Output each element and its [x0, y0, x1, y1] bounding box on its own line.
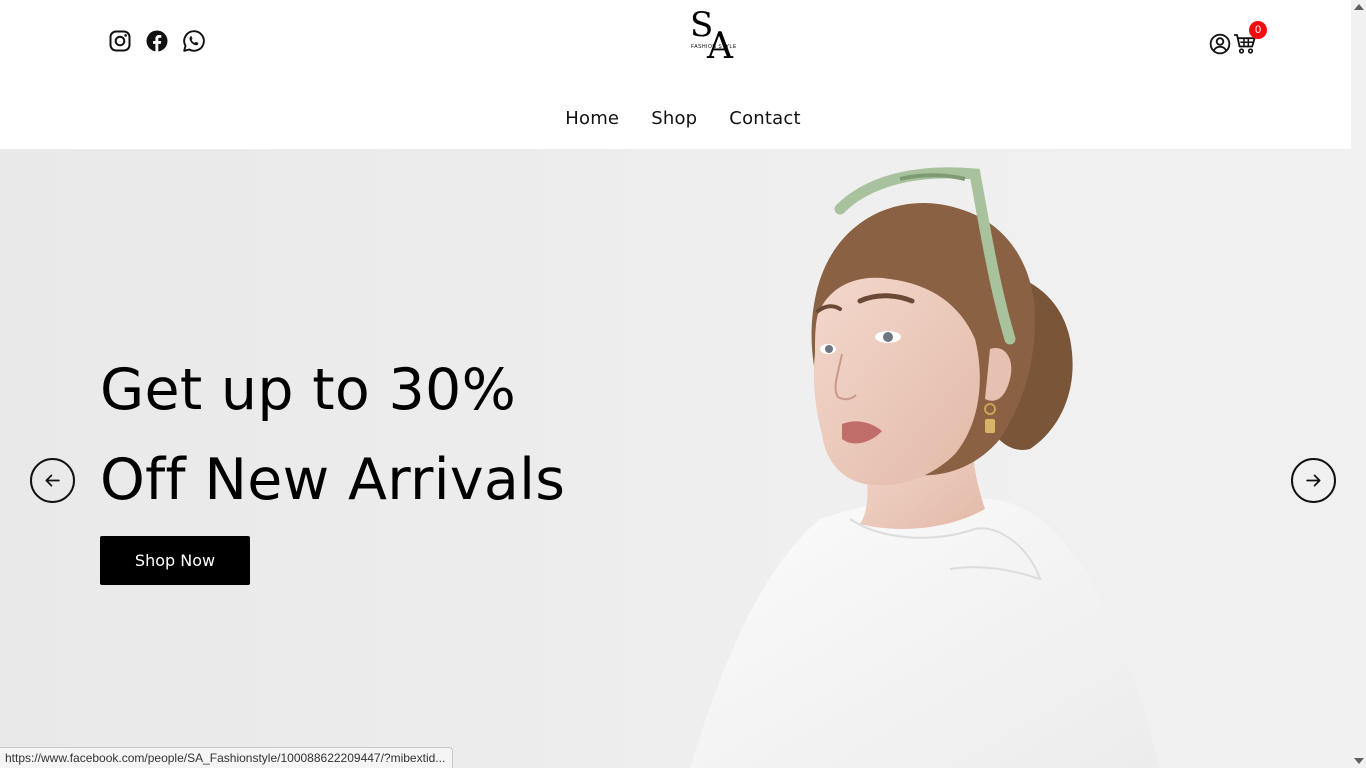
nav-item-shop[interactable]: Shop	[651, 108, 697, 129]
instagram-link[interactable]	[108, 29, 132, 53]
hero-headline: Get up to 30% Off New Arrivals	[100, 345, 565, 525]
whatsapp-link[interactable]	[182, 29, 206, 53]
account-icon[interactable]	[1209, 33, 1231, 55]
facebook-link[interactable]	[145, 29, 169, 53]
social-links	[108, 29, 206, 53]
slider-next-button[interactable]	[1291, 458, 1336, 503]
arrow-right-icon	[1306, 474, 1321, 487]
scroll-up-arrow-icon[interactable]	[1354, 4, 1364, 10]
logo-letter-a: A	[707, 26, 733, 67]
slider-prev-button[interactable]	[30, 458, 75, 503]
whatsapp-icon	[183, 30, 205, 52]
facebook-icon	[146, 30, 168, 52]
scroll-down-arrow-icon[interactable]	[1354, 758, 1364, 764]
brand-logo[interactable]: S FASHION STYLE A	[686, 8, 740, 70]
hero-headline-line2: Off New Arrivals	[100, 447, 566, 513]
page: S FASHION STYLE A 0 Home Shop Contact Ge…	[0, 0, 1366, 768]
main-nav: Home Shop Contact	[0, 108, 1351, 129]
hero-slider: Get up to 30% Off New Arrivals Shop Now	[0, 149, 1351, 768]
hero-headline-line1: Get up to 30%	[100, 357, 517, 423]
site-header: S FASHION STYLE A 0 Home Shop Contact	[0, 0, 1351, 149]
arrow-left-icon	[45, 474, 60, 487]
vertical-scrollbar[interactable]	[1351, 0, 1366, 768]
cart-count-badge: 0	[1249, 21, 1267, 39]
instagram-icon	[109, 30, 131, 52]
nav-item-contact[interactable]: Contact	[729, 108, 800, 129]
nav-item-home[interactable]: Home	[565, 108, 619, 129]
shop-now-button[interactable]: Shop Now	[100, 536, 250, 585]
status-bar-url: https://www.facebook.com/people/SA_Fashi…	[0, 747, 453, 768]
